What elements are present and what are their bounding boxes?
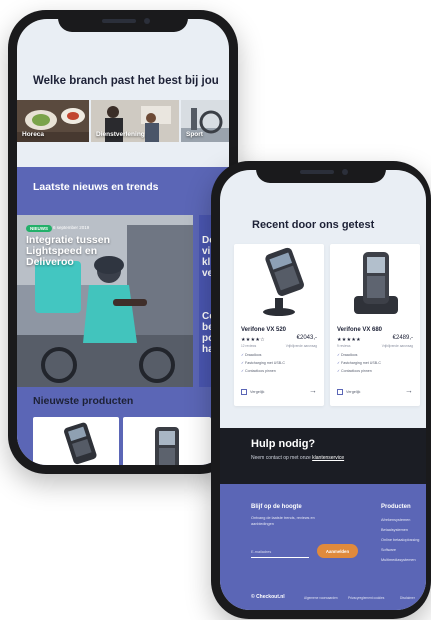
review-count: 9 reviews — [337, 344, 351, 348]
vx520-image — [263, 247, 304, 316]
branch-label: Dienstverlening — [96, 131, 145, 138]
news-badge: NIEUWS — [26, 225, 52, 232]
branch-tile-sport[interactable]: Sport — [181, 100, 229, 142]
newsletter-title: Blijf op de hoogte — [251, 504, 302, 510]
branch-tile-horeca[interactable]: Horeca — [17, 100, 89, 142]
footer-bottom-bar: © Checkout.nl Algemene voorwaarden Priva… — [220, 594, 426, 610]
arrow-right-icon[interactable]: → — [405, 386, 413, 395]
review-count: 12 reviews — [241, 344, 257, 348]
news-title: Laatste nieuws en trends — [33, 181, 159, 193]
news-card-featured[interactable]: NIEUWS 6 september 2019 Integratie tusse… — [17, 215, 193, 387]
terminal-image — [155, 427, 179, 465]
rating-stars: ★★★★★ — [337, 337, 361, 343]
phone-notch — [58, 10, 188, 32]
phone-right-screen: Recent door ons getest Verifone VX 520 ★… — [220, 170, 426, 610]
footer-legal-link[interactable]: Disclaimer — [400, 596, 415, 600]
price-note: Vrijblijvende aanvraag — [285, 344, 317, 348]
help-section: Hulp nodig? Neem contact op met onze kla… — [220, 428, 426, 484]
feature-item: Contactloos pinnen — [337, 369, 372, 373]
vx680-image — [354, 252, 398, 314]
branch-label: Horeca — [22, 131, 45, 138]
compare-toggle[interactable]: Vergelijk — [241, 389, 264, 395]
footer-product-link[interactable]: Online betaaloplossing — [381, 538, 419, 542]
branch-carousel[interactable]: Horeca Dienstverlening Sport — [17, 100, 229, 142]
footer-product-link[interactable]: Software — [381, 548, 396, 552]
footer-product-link[interactable]: Multimediasystemen — [381, 558, 416, 562]
product-card-vx520[interactable]: Verifone VX 520 ★★★★☆ 12 reviews €2043,-… — [234, 244, 324, 406]
feature-item: Fastcharging met USB-C — [241, 361, 285, 365]
price-note: Vrijblijvende aanvraag — [381, 344, 413, 348]
customer-service-link[interactable]: klantenservice — [312, 455, 344, 461]
product-price: €2489,- — [392, 335, 413, 341]
news-fragment: kl — [202, 257, 211, 268]
help-subtitle: Neem contact op met onze klantenservice — [251, 455, 344, 461]
compare-label: Vergelijk — [250, 390, 265, 394]
phone-left: Welke branch past het best bij jou Horec… — [8, 10, 238, 474]
feature-item: Draadloos — [241, 353, 261, 357]
rating-stars: ★★★★☆ — [241, 337, 265, 343]
compare-checkbox[interactable] — [337, 389, 343, 395]
product-price: €2043,- — [296, 335, 317, 341]
product-name: Verifone VX 680 — [337, 327, 383, 333]
newest-products-title: Nieuwste producten — [33, 395, 134, 407]
news-fragment: vi — [202, 246, 211, 257]
email-field[interactable] — [251, 546, 309, 558]
terminal-image — [64, 422, 97, 465]
compare-toggle[interactable]: Vergelijk — [337, 389, 360, 395]
compare-label: Vergelijk — [346, 390, 361, 394]
arrow-right-icon[interactable]: → — [309, 386, 317, 395]
feature-item: Draadloos — [337, 353, 357, 357]
subscribe-button[interactable]: Aanmelden — [317, 544, 358, 558]
footer: Blijf op de hoogte Ontvang de laatste tr… — [220, 484, 426, 610]
branch-label: Sport — [186, 131, 203, 138]
feature-item: Contactloos pinnen — [241, 369, 276, 373]
footer-legal-link[interactable]: Privacyreglement cookies — [348, 596, 384, 600]
stage: Welke branch past het best bij jou Horec… — [0, 0, 431, 620]
compare-checkbox[interactable] — [241, 389, 247, 395]
product-card-vx680[interactable]: Verifone VX 680 ★★★★★ 9 reviews €2489,- … — [330, 244, 420, 406]
phone-right: Recent door ons getest Verifone VX 520 ★… — [211, 161, 431, 619]
feature-item: Fastcharging met USB-C — [337, 361, 381, 365]
branch-heading: Welke branch past het best bij jou — [33, 75, 219, 87]
help-title: Hulp nodig? — [251, 438, 316, 450]
help-subtitle-text: Neem contact op met onze — [251, 455, 311, 461]
product-card[interactable] — [33, 417, 119, 465]
newsletter-text: Ontvang de laatste trends, reviews en aa… — [251, 516, 315, 526]
phone-left-screen: Welke branch past het best bij jou Horec… — [17, 19, 229, 465]
footer-legal-link[interactable]: Algemene voorwaarden — [304, 596, 338, 600]
tested-heading: Recent door ons getest — [252, 219, 375, 231]
news-date: 6 september 2019 — [53, 225, 90, 230]
checkout-logo[interactable]: © Checkout.nl — [251, 594, 285, 600]
phone-notch — [256, 161, 386, 183]
footer-product-link[interactable]: Betaalsystemen — [381, 528, 408, 532]
footer-product-link[interactable]: Afrekensystemen — [381, 518, 410, 522]
news-headline: Integratie tussen Lightspeed en Delivero… — [26, 234, 111, 268]
branch-tile-dienstverlening[interactable]: Dienstverlening — [91, 100, 179, 142]
product-card[interactable] — [123, 417, 211, 465]
footer-products-title: Producten — [381, 504, 411, 510]
product-name: Verifone VX 520 — [241, 327, 287, 333]
